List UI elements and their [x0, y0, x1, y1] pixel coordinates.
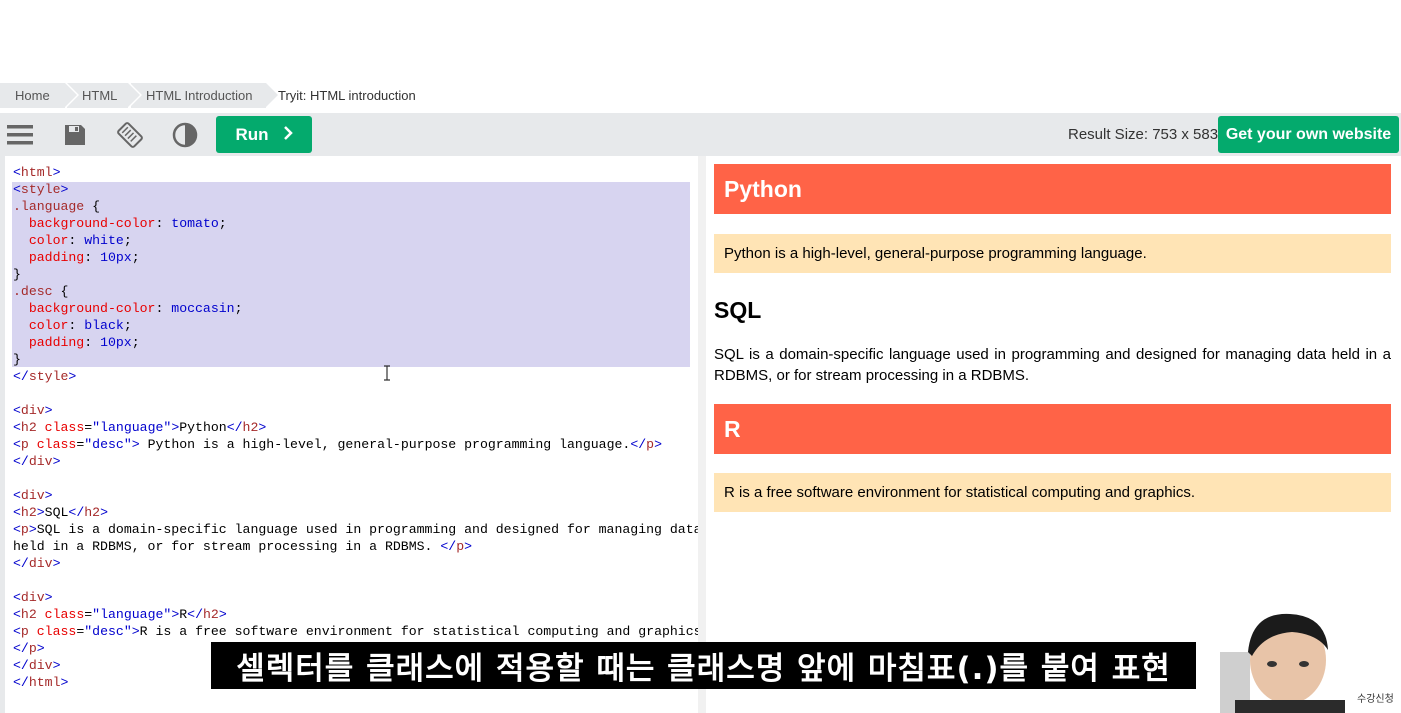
- presenter-avatar: [1200, 612, 1350, 713]
- code-editor[interactable]: <html> <style> .language { background-co…: [5, 156, 700, 713]
- python-desc: Python is a high-level, general-purpose …: [714, 234, 1391, 273]
- chevron-right-icon: [283, 125, 293, 145]
- python-heading: Python: [714, 164, 1391, 214]
- rotate-icon[interactable]: [116, 121, 144, 149]
- code-text: <html> <style> .language { background-co…: [13, 165, 700, 690]
- breadcrumb-html-introduction[interactable]: HTML Introduction: [131, 83, 280, 108]
- text-cursor-icon: [382, 365, 392, 381]
- breadcrumb-html-introduction-label: HTML Introduction: [146, 88, 253, 103]
- breadcrumb-html-label: HTML: [82, 88, 118, 103]
- run-button-label: Run: [235, 124, 269, 144]
- get-your-own-website-button[interactable]: Get your own website: [1218, 116, 1399, 153]
- save-icon[interactable]: [61, 121, 89, 149]
- run-button[interactable]: Run: [216, 116, 312, 153]
- sql-desc: SQL is a domain-specific language used i…: [714, 346, 1391, 384]
- video-subtitle: 셀렉터를 클래스에 적용할 때는 클래스명 앞에 마침표(.)를 붙여 표현: [211, 642, 1196, 689]
- toolbar: Run Result Size: 753 x 583 Get your own …: [0, 113, 1401, 156]
- breadcrumb: Home HTML HTML Introduction Tryit: HTML …: [0, 83, 1401, 108]
- contrast-icon[interactable]: [171, 121, 199, 149]
- breadcrumb-current-label: Tryit: HTML introduction: [278, 88, 416, 103]
- breadcrumb-current: Tryit: HTML introduction: [263, 83, 448, 108]
- sql-heading: SQL: [714, 297, 762, 323]
- menu-icon[interactable]: [6, 121, 34, 149]
- r-heading: R: [714, 404, 1391, 454]
- r-desc: R is a free software environment for sta…: [714, 473, 1391, 512]
- result-size: Result Size: 753 x 583: [1068, 126, 1219, 143]
- breadcrumb-home-label: Home: [15, 88, 50, 103]
- watermark: 수강신청: [1357, 694, 1394, 705]
- pane-divider[interactable]: [698, 156, 706, 713]
- breadcrumb-home[interactable]: Home: [0, 83, 79, 108]
